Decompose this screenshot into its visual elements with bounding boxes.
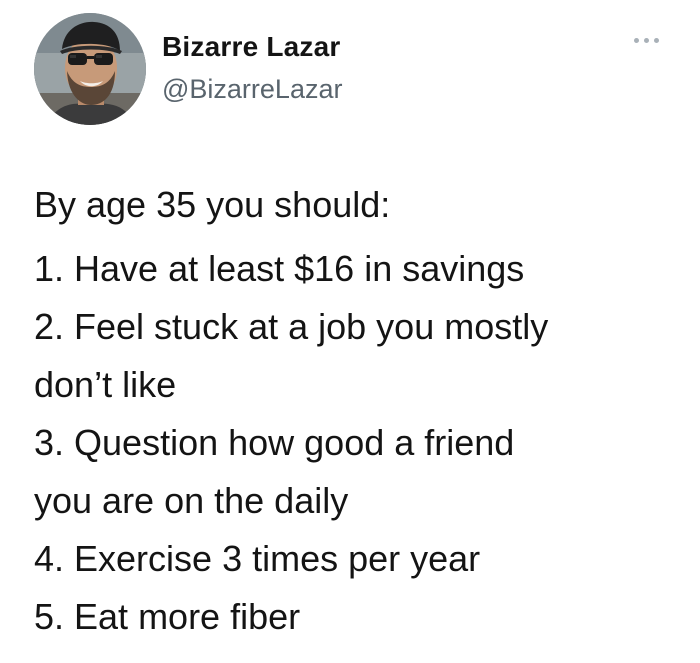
- more-options-button[interactable]: [631, 30, 663, 50]
- tweet-card: Bizarre Lazar @BizarreLazar By age 35 yo…: [0, 0, 700, 663]
- tweet-line: 3. Question how good a friend: [34, 422, 515, 463]
- avatar[interactable]: [34, 13, 146, 125]
- tweet-line: 2. Feel stuck at a job you mostly: [34, 306, 549, 347]
- tweet-line: 5. Eat more fiber: [34, 596, 301, 637]
- profile-photo-icon: [34, 13, 146, 125]
- tweet-line: 4. Exercise 3 times per year: [34, 538, 481, 579]
- more-horizontal-icon: [634, 38, 639, 43]
- tweet-line: you are on the daily: [34, 480, 349, 521]
- tweet-text: By age 35 you should: 1. Have at least $…: [34, 176, 674, 646]
- more-horizontal-icon-dot: [644, 38, 649, 43]
- tweet-line: 1. Have at least $16 in savings: [34, 248, 525, 289]
- more-horizontal-icon-dot: [654, 38, 659, 43]
- tweet-line: don’t like: [34, 364, 177, 405]
- author-display-name[interactable]: Bizarre Lazar: [162, 31, 340, 63]
- tweet-intro: By age 35 you should:: [34, 184, 391, 225]
- author-handle[interactable]: @BizarreLazar: [162, 74, 342, 105]
